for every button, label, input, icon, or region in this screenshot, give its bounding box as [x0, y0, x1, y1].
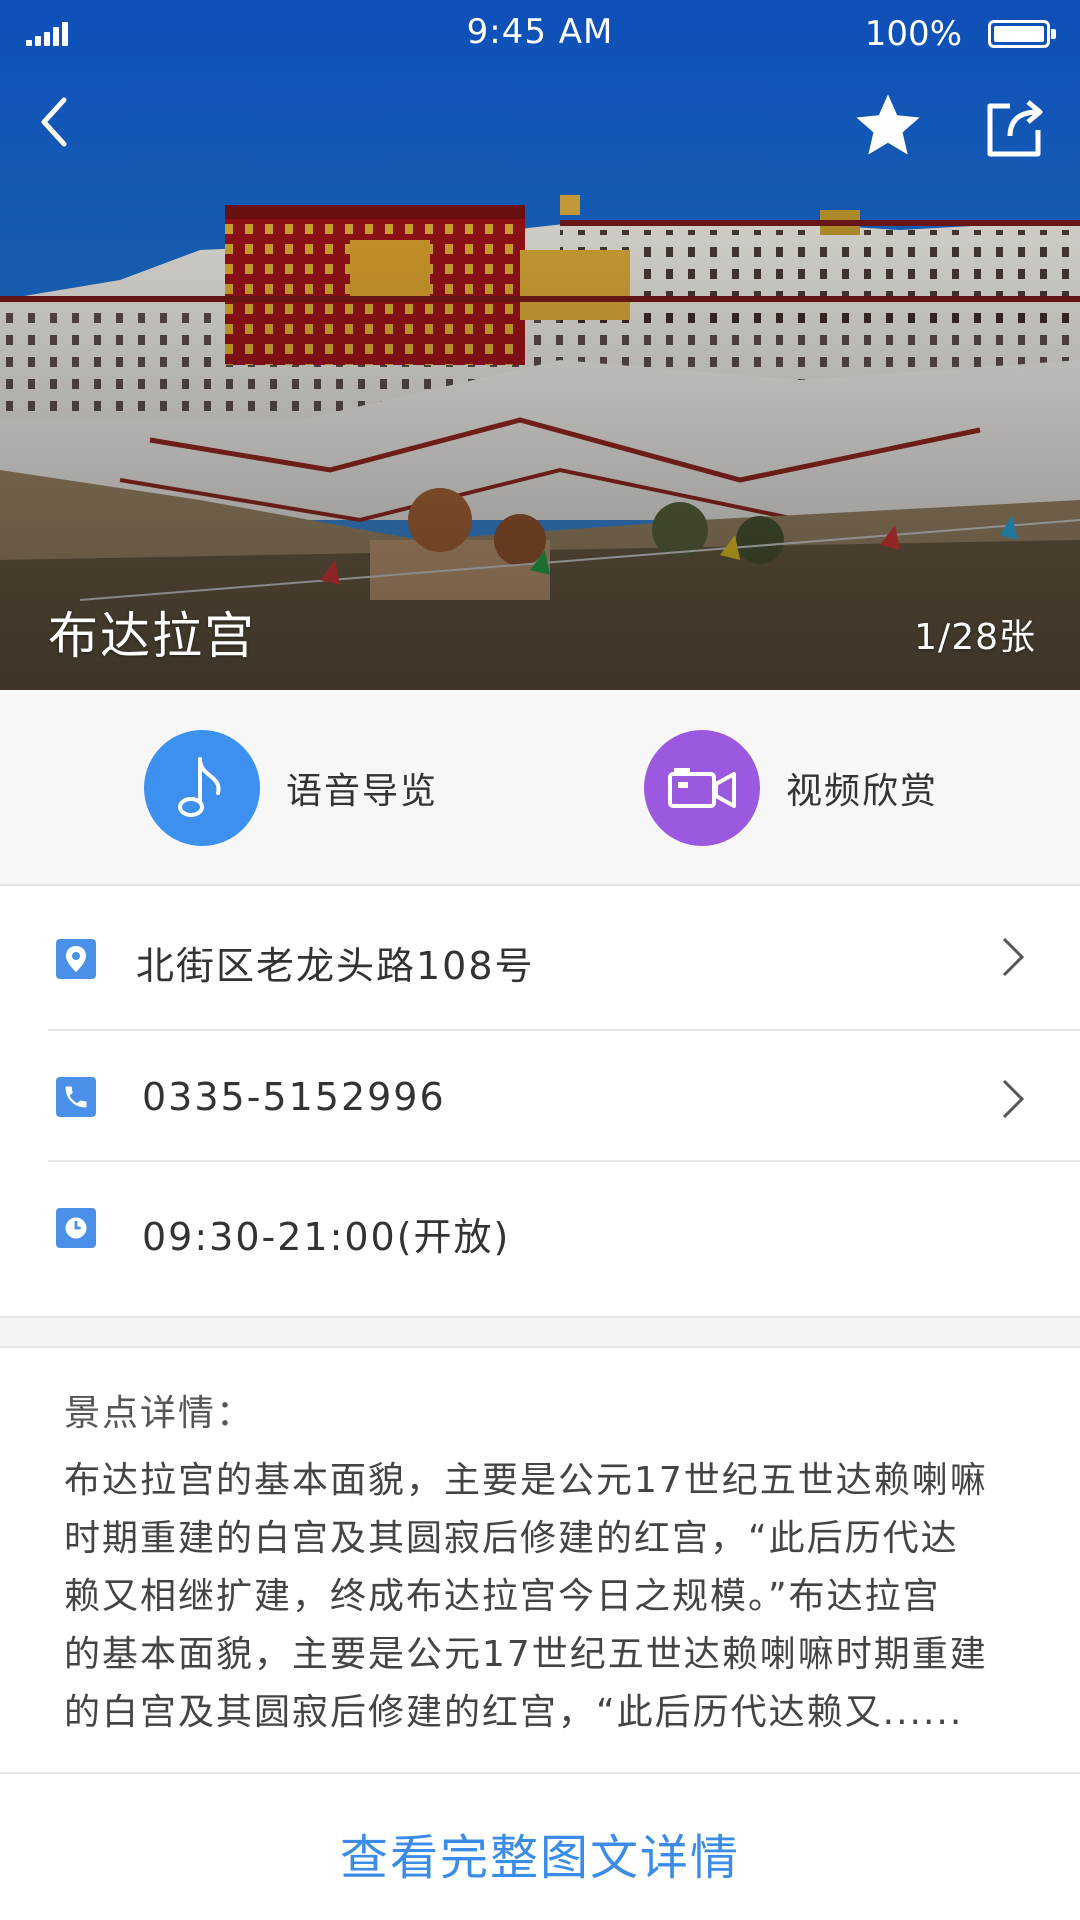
back-button[interactable]: [30, 90, 86, 154]
chevron-right-icon: [1002, 937, 1025, 977]
chevron-left-icon: [41, 97, 67, 147]
location-pin-icon: [56, 939, 96, 979]
phone-row[interactable]: 0335-5152996: [0, 1031, 1080, 1161]
detail-line: 时期重建的白宫及其圆寂后修建的红宫，“此后历代达: [64, 1518, 959, 1559]
hours-row: 09:30-21:00(开放): [0, 1162, 1080, 1292]
phone-icon: [56, 1077, 96, 1117]
share-button[interactable]: [980, 92, 1050, 162]
music-note-icon: [144, 730, 260, 846]
detail-line: 布达拉宫的基本面貌，主要是公元17世纪五世达赖喇嘛: [64, 1460, 988, 1501]
address-row[interactable]: 北街区老龙头路108号: [0, 895, 1080, 1025]
photo-counter: 1/28张: [914, 617, 1036, 658]
video-button[interactable]: 视频欣赏: [644, 730, 938, 846]
view-full-details-link[interactable]: 查看完整图文详情: [0, 1818, 1080, 1888]
phone-text: 0335-5152996: [142, 1075, 446, 1119]
status-bar: 9:45 AM 100%: [0, 0, 1080, 70]
detail-line: 的白宫及其圆寂后修建的红宫，“此后历代达赖又......: [64, 1692, 964, 1733]
detail-description: 布达拉宫的基本面貌，主要是公元17世纪五世达赖喇嘛 时期重建的白宫及其圆寂后修建…: [64, 1452, 1024, 1742]
hours-text: 09:30-21:00(开放): [142, 1215, 511, 1259]
video-label: 视频欣赏: [786, 771, 939, 812]
section-separator: [0, 1316, 1080, 1348]
video-camera-icon: [644, 730, 760, 846]
detail-line: 赖又相继扩建，终成布达拉宫今日之规模。”布达拉宫: [64, 1576, 941, 1617]
battery-icon: [988, 20, 1056, 48]
clock-icon: [56, 1208, 96, 1248]
favorite-button[interactable]: [850, 88, 926, 164]
attraction-title: 布达拉宫: [48, 607, 256, 665]
audio-guide-button[interactable]: 语音导览: [144, 730, 438, 846]
chevron-right-icon: [1002, 1079, 1025, 1119]
address-text: 北街区老龙头路108号: [136, 944, 535, 988]
media-actions: 语音导览 视频欣赏: [0, 690, 1080, 886]
detail-line: 的基本面貌，主要是公元17世纪五世达赖喇嘛时期重建: [64, 1634, 988, 1675]
audio-guide-label: 语音导览: [286, 771, 439, 812]
battery-percent: 100%: [864, 14, 962, 54]
hero-banner[interactable]: 9:45 AM 100% 布达拉宫 1/28张: [0, 0, 1080, 690]
detail-heading: 景点详情：: [64, 1393, 255, 1434]
divider: [0, 1772, 1080, 1774]
share-icon: [987, 100, 1043, 157]
star-icon: [856, 94, 920, 155]
